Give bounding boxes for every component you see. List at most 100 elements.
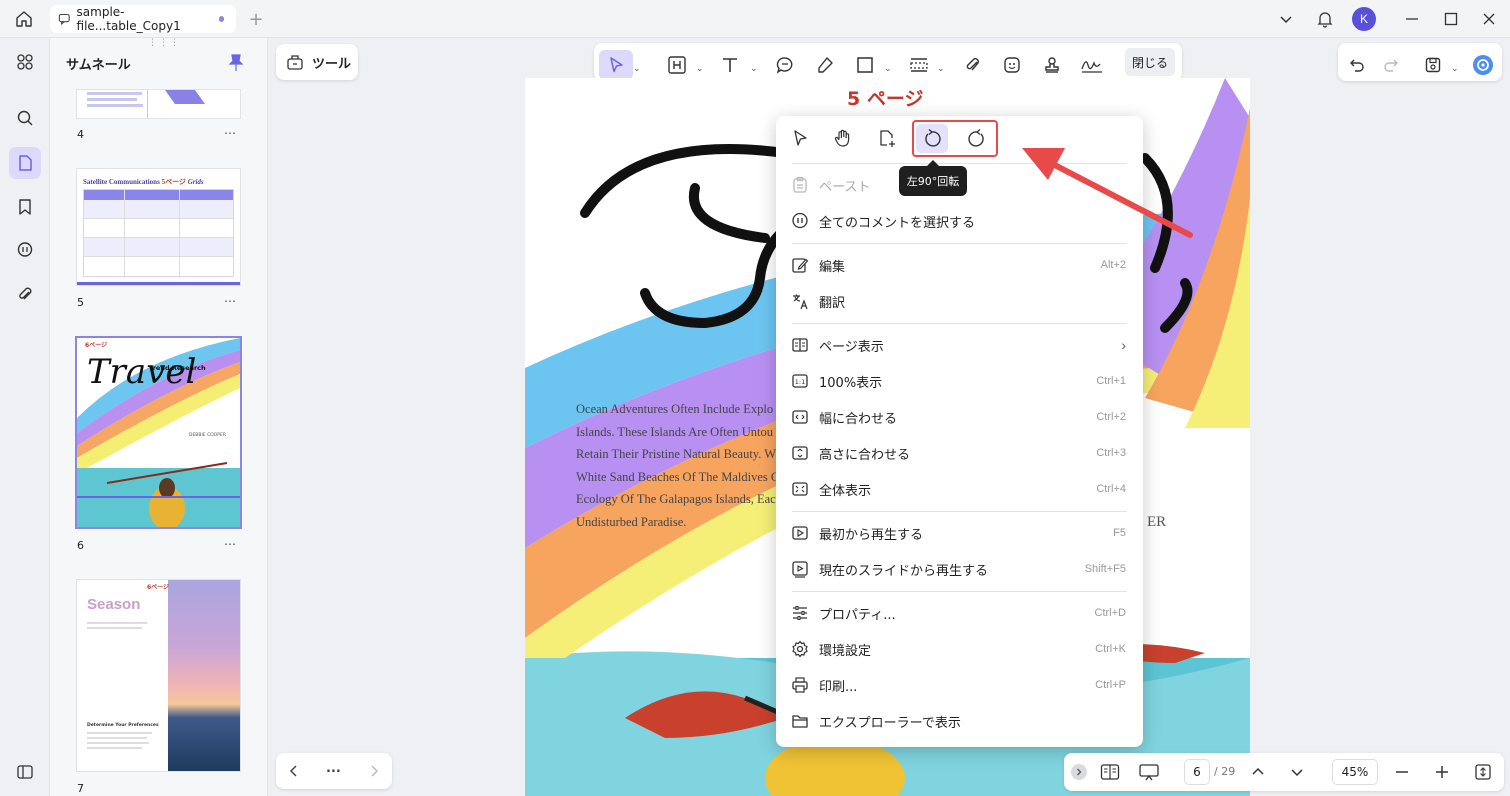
zoom-level-input[interactable]: 45% (1332, 759, 1378, 785)
menu-item-edit[interactable]: 編集 Alt+2 (776, 247, 1143, 283)
search-icon[interactable] (9, 102, 41, 134)
menu-item-print[interactable]: 印刷... Ctrl+P (776, 667, 1143, 703)
highlighter-icon[interactable] (812, 52, 838, 78)
signature-icon[interactable] (1079, 52, 1105, 78)
bookmark-icon[interactable] (9, 191, 41, 223)
menu-item-label: 高さに合わせる (819, 447, 911, 463)
zoom-out-icon[interactable] (1394, 764, 1410, 780)
thumb7-subtitle: Determine Your Preferences (87, 723, 159, 728)
hand-tool-icon[interactable] (833, 128, 855, 150)
fit-screen-icon[interactable] (1474, 763, 1492, 781)
thumbnail-page-4[interactable] (77, 90, 240, 118)
select-tool-button[interactable] (599, 50, 633, 80)
thumb5-heading2: Grids (187, 178, 204, 186)
save-icon[interactable] (1420, 52, 1446, 78)
shape-chevron-icon[interactable]: ⌄ (884, 64, 892, 74)
tools-button[interactable]: ツール (276, 44, 358, 80)
red-arrow-annotation (1022, 148, 1193, 238)
edit-icon (790, 255, 810, 275)
thumbnail-page-6[interactable]: 6ページ Travel Trend Research DEBBIE COOPER (77, 338, 240, 527)
thumbnail-more-button[interactable]: ⋯ (224, 294, 237, 308)
menu-item-preferences[interactable]: 環境設定 Ctrl+K (776, 631, 1143, 667)
area-tool-icon[interactable] (906, 52, 932, 78)
bell-icon[interactable] (1314, 8, 1336, 30)
chevron-down-icon[interactable] (1276, 9, 1296, 29)
unsaved-dot (218, 16, 225, 22)
minimize-icon[interactable] (1402, 9, 1422, 29)
stamp-icon[interactable] (1039, 52, 1065, 78)
comment-bubble-icon[interactable] (772, 52, 798, 78)
home-icon[interactable] (12, 7, 36, 31)
menu-item-label: 翻訳 (819, 295, 846, 311)
insert-page-icon[interactable] (877, 128, 899, 150)
select-tool-chevron-icon[interactable]: ⌄ (633, 64, 641, 74)
more-pages-button[interactable]: ... (326, 761, 341, 776)
close-window-icon[interactable] (1479, 9, 1499, 29)
page-up-chevron-icon[interactable] (1250, 764, 1266, 780)
new-tab-plus-icon[interactable]: + (246, 9, 266, 30)
menu-item-label: 現在のスライドから再生する (819, 563, 989, 579)
menu-item-actual-size[interactable]: 1:1 100%表示 Ctrl+1 (776, 363, 1143, 399)
menu-item-play-from-current[interactable]: 現在のスライドから再生する Shift+F5 (776, 551, 1143, 587)
rotate-left-icon[interactable] (916, 124, 948, 153)
text-box-tool-icon[interactable] (664, 52, 690, 78)
page-down-chevron-icon[interactable] (1289, 764, 1305, 780)
menu-item-fit-width[interactable]: 幅に合わせる Ctrl+2 (776, 399, 1143, 435)
pin-icon[interactable] (228, 54, 244, 72)
thumbnails-page-icon[interactable] (9, 147, 41, 179)
sticker-icon[interactable] (999, 52, 1025, 78)
page-number-input[interactable]: 6 (1184, 759, 1210, 785)
document-tab[interactable]: sample-file...table_Copy1 (50, 5, 236, 33)
close-toolbar-button[interactable]: 閉じる (1125, 48, 1175, 76)
menu-item-show-in-explorer[interactable]: エクスプローラーで表示 (776, 703, 1143, 739)
text-tool-icon[interactable] (717, 52, 743, 78)
menu-item-translate[interactable]: 翻訳 (776, 283, 1143, 319)
previous-page-icon[interactable] (286, 763, 302, 779)
page-stamp-label: 5 ページ (847, 88, 924, 110)
thumbnail-more-button[interactable]: ⋯ (224, 537, 237, 551)
save-chevron-icon[interactable]: ⌄ (1451, 64, 1459, 74)
reading-mode-icon[interactable] (1100, 763, 1120, 781)
thumb7-stamp: 6ページ (147, 584, 170, 591)
menu-item-fit-height[interactable]: 高さに合わせる Ctrl+3 (776, 435, 1143, 471)
thumb6-stamp: 6ページ (85, 342, 108, 349)
thumb6-author: DEBBIE COOPER (189, 433, 226, 438)
text-tool-chevron-icon[interactable]: ⌄ (750, 64, 758, 74)
menu-item-label: 全てのコメントを選択する (819, 215, 976, 231)
ai-assistant-icon[interactable] (1470, 52, 1496, 78)
undo-icon[interactable] (1344, 52, 1370, 78)
rotate-right-icon[interactable] (961, 124, 993, 153)
text-box-chevron-icon[interactable]: ⌄ (696, 64, 704, 74)
thumbnail-page-7[interactable]: 6ページ Season Determine Your Preferences (77, 580, 240, 771)
thumb6-title: Travel (87, 352, 197, 392)
area-chevron-icon[interactable]: ⌄ (937, 64, 945, 74)
collapse-chevron-icon[interactable] (1071, 764, 1087, 780)
presentation-icon[interactable] (1138, 763, 1160, 781)
menu-separator (792, 323, 1127, 324)
avatar[interactable]: K (1352, 7, 1376, 31)
rectangle-tool-icon[interactable] (852, 52, 878, 78)
comment-icon[interactable] (9, 234, 41, 266)
menu-item-label: 最初から再生する (819, 527, 924, 543)
menu-item-fit-page[interactable]: 全体表示 Ctrl+4 (776, 471, 1143, 507)
menu-item-label: エクスプローラーで表示 (819, 715, 961, 731)
apps-icon[interactable] (9, 46, 41, 78)
sidebar-toggle-icon[interactable] (9, 756, 41, 788)
menu-item-play-from-start[interactable]: 最初から再生する F5 (776, 515, 1143, 551)
attachment-tool-icon[interactable] (960, 52, 986, 78)
thumbnail-more-button[interactable]: ⋯ (224, 126, 237, 140)
menu-separator (792, 591, 1127, 592)
thumbnail-number: 6 (77, 539, 84, 552)
next-page-icon[interactable] (366, 763, 382, 779)
attachment-icon[interactable] (9, 278, 41, 310)
menu-item-properties[interactable]: プロパティ... Ctrl+D (776, 595, 1143, 631)
maximize-icon[interactable] (1441, 9, 1461, 29)
zoom-in-icon[interactable] (1434, 764, 1450, 780)
thumbnail-page-5[interactable]: Satellite Communications 5ページ Grids (77, 169, 240, 285)
select-mode-icon[interactable] (790, 128, 812, 150)
resize-grip[interactable]: ⋮⋮⋮ (148, 38, 181, 48)
actual-size-icon: 1:1 (790, 371, 810, 391)
redo-icon[interactable] (1378, 52, 1404, 78)
menu-item-page-display[interactable]: ページ表示 › (776, 327, 1143, 363)
menu-item-label: 100%表示 (819, 375, 883, 391)
